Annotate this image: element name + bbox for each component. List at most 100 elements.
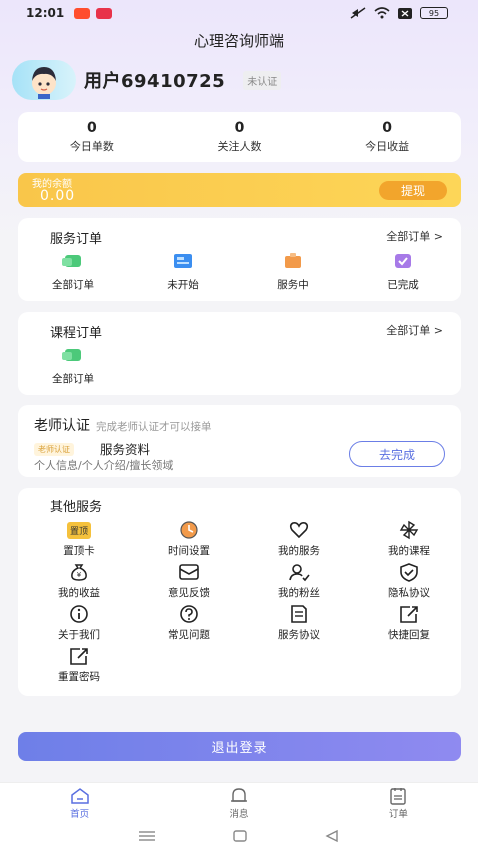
service-about-us[interactable]: 关于我们 <box>24 604 134 642</box>
service-my-fans[interactable]: 我的粉丝 <box>244 562 354 600</box>
stat-today-orders[interactable]: 0 今日单数 <box>18 112 166 162</box>
completed-icon <box>395 254 411 268</box>
svg-text:¥: ¥ <box>77 571 82 579</box>
back-icon[interactable] <box>324 829 340 843</box>
document-icon <box>291 605 307 623</box>
quick-reply-icon <box>400 606 418 623</box>
service-agreement[interactable]: 服务协议 <box>244 604 354 642</box>
service-time-settings[interactable]: 时间设置 <box>134 520 244 558</box>
bottom-tab-bar: 首页 消息 订单 <box>0 782 478 822</box>
teacher-cert-card: 老师认证 完成老师认证才可以接单 老师认证 服务资料 个人信息/个人介绍/擅长领域… <box>18 405 461 477</box>
order-filter-completed[interactable]: 已完成 <box>348 252 458 292</box>
not-started-icon <box>174 254 192 268</box>
service-label: 快捷回复 <box>388 629 430 641</box>
fans-icon <box>289 564 310 582</box>
order-filter-label: 服务中 <box>277 279 309 291</box>
service-label: 关于我们 <box>58 629 100 641</box>
mute-icon <box>350 7 366 19</box>
notification-app-icon <box>74 7 91 19</box>
verify-status-badge: 未认证 <box>243 70 282 90</box>
other-services-card: 其他服务 置顶 置顶卡 时间设置 我的服务 我的课程 ¥ 我的收益 意见反馈 我… <box>18 488 461 696</box>
service-label: 我的课程 <box>388 545 430 557</box>
all-orders-icon <box>62 255 81 267</box>
balance-value: 0.00 <box>40 188 76 204</box>
logout-button[interactable]: 退出登录 <box>18 732 461 761</box>
service-label: 重置密码 <box>58 671 100 683</box>
order-filter-label: 未开始 <box>167 279 199 291</box>
service-my-courses[interactable]: 我的课程 <box>354 520 464 558</box>
bell-icon <box>230 788 247 802</box>
profile-header[interactable]: 用户69410725 未认证 <box>12 60 282 100</box>
tab-label: 订单 <box>388 809 408 820</box>
tab-label: 消息 <box>229 809 249 820</box>
service-label: 隐私协议 <box>388 587 430 599</box>
service-pin-card[interactable]: 置顶 置顶卡 <box>24 520 134 558</box>
page-title: 心理咨询师端 <box>193 32 284 50</box>
stat-today-income[interactable]: 0 今日收益 <box>313 112 461 162</box>
service-my-services[interactable]: 我的服务 <box>244 520 354 558</box>
avatar[interactable] <box>12 60 76 100</box>
course-orders-more-link[interactable]: 全部订单 > <box>386 322 443 338</box>
tab-orders[interactable]: 订单 <box>319 783 478 822</box>
teacher-cert-tag: 老师认证 <box>34 443 74 456</box>
order-filter-label: 已完成 <box>387 279 419 291</box>
order-list-icon <box>390 788 407 805</box>
withdraw-button[interactable]: 提现 <box>379 181 447 200</box>
service-reset-password[interactable]: 重置密码 <box>24 646 134 684</box>
order-filter-all[interactable]: 全部订单 <box>18 252 128 292</box>
tab-label: 首页 <box>70 809 90 820</box>
service-label: 意见反馈 <box>168 587 210 599</box>
stat-label: 今日单数 <box>69 140 114 153</box>
battery-icon: 95 <box>420 7 448 19</box>
service-feedback[interactable]: 意见反馈 <box>134 562 244 600</box>
cartoon-avatar-icon <box>32 67 56 99</box>
pinwheel-icon <box>399 520 419 540</box>
tab-home[interactable]: 首页 <box>0 783 159 822</box>
stats-card: 0 今日单数 0 关注人数 0 今日收益 <box>18 112 461 162</box>
service-faq[interactable]: 常见问题 <box>134 604 244 642</box>
course-filter-all[interactable]: 全部订单 <box>18 346 128 386</box>
sim-icon <box>398 7 412 19</box>
service-orders-row: 全部订单 未开始 服务中 已完成 <box>18 252 461 292</box>
service-profile-title: 服务资料 <box>100 442 151 457</box>
service-orders-more-link[interactable]: 全部订单 > <box>386 228 443 244</box>
service-orders-title: 服务订单 <box>50 232 103 247</box>
teacher-cert-title: 老师认证 完成老师认证才可以接单 <box>34 418 212 434</box>
service-label: 我的服务 <box>278 545 320 557</box>
stat-followers[interactable]: 0 关注人数 <box>166 112 314 162</box>
other-services-title: 其他服务 <box>50 500 103 515</box>
shield-icon <box>400 563 418 582</box>
in-service-icon <box>285 253 301 268</box>
service-quick-reply[interactable]: 快捷回复 <box>354 604 464 642</box>
clock-icon <box>180 521 198 539</box>
balance-card[interactable]: 我的余额 0.00 提现 <box>18 173 461 207</box>
system-nav-bar <box>0 822 478 850</box>
wifi-icon <box>374 7 390 19</box>
stat-value: 0 <box>234 120 245 136</box>
service-my-income[interactable]: ¥ 我的收益 <box>24 562 134 600</box>
teacher-cert-hint: 完成老师认证才可以接单 <box>96 421 212 433</box>
tab-messages[interactable]: 消息 <box>159 783 318 822</box>
notification-app-icon-2 <box>96 7 113 19</box>
username: 用户69410725 <box>84 71 226 92</box>
status-time: 12:01 <box>26 6 65 20</box>
service-label: 我的收益 <box>58 587 100 599</box>
course-orders-card: 课程订单 全部订单 > 全部订单 <box>18 312 461 395</box>
course-filter-label: 全部订单 <box>52 373 94 385</box>
stat-label: 今日收益 <box>365 140 410 153</box>
reset-password-icon <box>70 648 88 665</box>
pin-card-badge: 置顶 <box>67 521 91 539</box>
order-filter-not-started[interactable]: 未开始 <box>128 252 238 292</box>
go-complete-button[interactable]: 去完成 <box>349 441 445 467</box>
service-label: 我的粉丝 <box>278 587 320 599</box>
service-label: 常见问题 <box>168 629 210 641</box>
stat-label: 关注人数 <box>217 140 262 153</box>
stat-value: 0 <box>382 120 393 136</box>
heart-service-icon <box>289 522 309 539</box>
feedback-icon <box>179 564 199 580</box>
order-filter-in-service[interactable]: 服务中 <box>238 252 348 292</box>
service-privacy[interactable]: 隐私协议 <box>354 562 464 600</box>
course-orders-row: 全部订单 <box>18 346 461 386</box>
home-square-icon[interactable] <box>232 829 248 843</box>
menu-icon[interactable] <box>138 830 156 842</box>
